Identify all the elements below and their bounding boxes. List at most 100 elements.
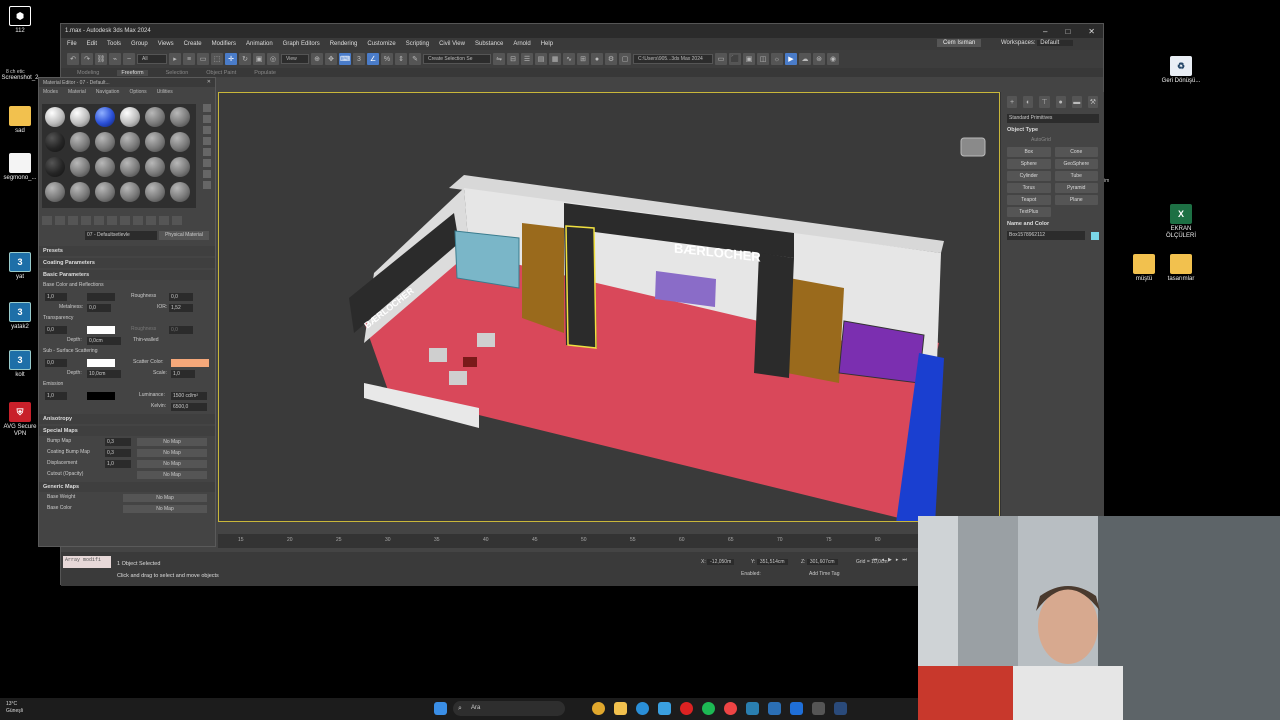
align-icon[interactable]: ⊟: [507, 53, 519, 65]
go-to-start-icon[interactable]: ⏮: [873, 557, 878, 563]
select-manipulate-icon[interactable]: ✥: [325, 53, 337, 65]
render-iterative-icon[interactable]: ▣: [743, 53, 755, 65]
menu-arnold[interactable]: Arnold: [513, 41, 530, 47]
material-slot[interactable]: [120, 157, 140, 177]
material-slot[interactable]: [120, 107, 140, 127]
object-color-swatch[interactable]: [1091, 231, 1099, 240]
rollout-basic[interactable]: Basic Parameters: [39, 270, 215, 280]
ribbon-tab-freeform[interactable]: Freeform: [117, 69, 148, 76]
material-slot[interactable]: [70, 132, 90, 152]
autogrid-checkbox[interactable]: AutoGrid: [1001, 135, 1104, 145]
place-icon[interactable]: ◎: [267, 53, 279, 65]
ribbon-tab-populate[interactable]: Populate: [254, 70, 276, 76]
a360-gallery-icon[interactable]: ⊛: [813, 53, 825, 65]
windows-start-icon[interactable]: [434, 702, 447, 715]
menu-modes[interactable]: Modes: [43, 89, 58, 95]
rollout-generic-maps[interactable]: Generic Maps: [39, 482, 215, 492]
chrome-icon[interactable]: [592, 702, 605, 715]
edge-icon[interactable]: [636, 702, 649, 715]
rollout-coating[interactable]: Coating Parameters: [39, 258, 215, 268]
show-shaded-icon[interactable]: [133, 216, 143, 225]
redo-icon[interactable]: ↷: [81, 53, 93, 65]
menu-scripting[interactable]: Scripting: [406, 41, 429, 47]
material-slot[interactable]: [95, 157, 115, 177]
scale-icon[interactable]: ▣: [253, 53, 265, 65]
bump-map-button[interactable]: No Map: [137, 438, 207, 446]
unlink-icon[interactable]: ⌁: [109, 53, 121, 65]
coating-bump-amount[interactable]: 0,3: [105, 449, 131, 457]
material-slot[interactable]: [95, 182, 115, 202]
menu-file[interactable]: File: [67, 41, 77, 47]
box-button[interactable]: Box: [1007, 147, 1051, 157]
sss-color-swatch[interactable]: [87, 359, 115, 367]
get-material-icon[interactable]: [42, 216, 52, 225]
create-tab-icon[interactable]: +: [1007, 96, 1018, 108]
app-taskbar-icon[interactable]: [768, 702, 781, 715]
next-frame-icon[interactable]: ▸: [896, 557, 899, 563]
menu-utilities[interactable]: Utilities: [157, 89, 173, 95]
select-by-name-icon[interactable]: ≡: [183, 53, 195, 65]
go-to-parent-icon[interactable]: [159, 216, 169, 225]
rollout-special-maps[interactable]: Special Maps: [39, 426, 215, 436]
put-to-library-icon[interactable]: [107, 216, 117, 225]
render-icon[interactable]: ⬛: [729, 53, 741, 65]
3dsmax-taskbar-icon[interactable]: [746, 702, 759, 715]
sample-type-icon[interactable]: [203, 104, 211, 112]
material-slot[interactable]: [170, 132, 190, 152]
material-slot[interactable]: [145, 182, 165, 202]
base-color-map-button[interactable]: No Map: [123, 505, 207, 513]
material-slot[interactable]: [120, 182, 140, 202]
motion-tab-icon[interactable]: ●: [1055, 96, 1066, 108]
taskbar-search[interactable]: ⌕ Ara: [453, 701, 565, 716]
material-slot[interactable]: [95, 107, 115, 127]
utilities-tab-icon[interactable]: ⚒: [1087, 96, 1099, 108]
tube-button[interactable]: Tube: [1054, 171, 1098, 181]
material-name-field[interactable]: 07 - Defaultsetlevle: [85, 231, 157, 240]
rollout-presets[interactable]: Presets: [39, 246, 215, 256]
toggle-ribbon-icon[interactable]: ▦: [549, 53, 561, 65]
base-weight-map-button[interactable]: No Map: [123, 494, 207, 502]
make-preview-icon[interactable]: [203, 159, 211, 167]
perspective-viewport[interactable]: BÆRLOCHER BÆRLOCHER: [218, 92, 1000, 522]
material-slot[interactable]: [45, 107, 65, 127]
material-type-button[interactable]: Physical Material: [159, 231, 209, 240]
backlight-icon[interactable]: [203, 115, 211, 123]
options-icon[interactable]: [203, 170, 211, 178]
toggle-scene-explorer-icon[interactable]: ☰: [521, 53, 533, 65]
menu-substance[interactable]: Substance: [475, 41, 503, 47]
ribbon-tab-selection[interactable]: Selection: [166, 70, 189, 76]
transparency-color-swatch[interactable]: [87, 326, 115, 334]
emission-weight-spinner[interactable]: 1,0: [45, 392, 67, 400]
schematic-view-icon[interactable]: ⊞: [577, 53, 589, 65]
base-color-map-checkbox[interactable]: Base Color: [47, 505, 72, 511]
user-account-button[interactable]: Cem Isıman: [937, 39, 982, 47]
snaps-toggle-icon[interactable]: 3: [353, 53, 365, 65]
menu-customize[interactable]: Customize: [367, 41, 395, 47]
percent-snap-icon[interactable]: %: [381, 53, 393, 65]
window-crossing-icon[interactable]: ⬚: [211, 53, 223, 65]
cutout-button[interactable]: No Map: [137, 471, 207, 479]
thin-walled-checkbox[interactable]: Thin-walled: [133, 337, 159, 343]
material-slot[interactable]: [145, 132, 165, 152]
displacement-amount[interactable]: 1,0: [105, 460, 131, 468]
play-icon[interactable]: ▶: [888, 557, 892, 563]
cone-button[interactable]: Cone: [1054, 147, 1098, 157]
rendered-frame-icon[interactable]: ▢: [619, 53, 631, 65]
coord-x-field[interactable]: -12,050m: [707, 559, 735, 565]
geosphere-button[interactable]: GeoSphere: [1054, 159, 1098, 169]
pivot-center-icon[interactable]: ⊕: [311, 53, 323, 65]
spinner-snap-icon[interactable]: ⇕: [395, 53, 407, 65]
render-in-cloud-icon[interactable]: ☁: [799, 53, 811, 65]
teapot-button[interactable]: Teapot: [1007, 195, 1051, 205]
object-name-field[interactable]: Box1578962112: [1007, 231, 1085, 240]
minimize-button[interactable]: –: [1043, 27, 1047, 36]
ribbon-tab-object-paint[interactable]: Object Paint: [206, 70, 236, 76]
workspace-select[interactable]: Default: [1037, 40, 1074, 46]
coating-bump-checkbox[interactable]: Coating Bump Map: [47, 449, 90, 455]
microsoft-store-icon[interactable]: [658, 702, 671, 715]
steam-icon[interactable]: [834, 702, 847, 715]
rotate-icon[interactable]: ↻: [239, 53, 251, 65]
roughness-spinner[interactable]: 0,0: [169, 293, 193, 301]
select-by-material-icon[interactable]: [203, 181, 211, 189]
depth-spinner[interactable]: 0,0cm: [87, 337, 121, 345]
